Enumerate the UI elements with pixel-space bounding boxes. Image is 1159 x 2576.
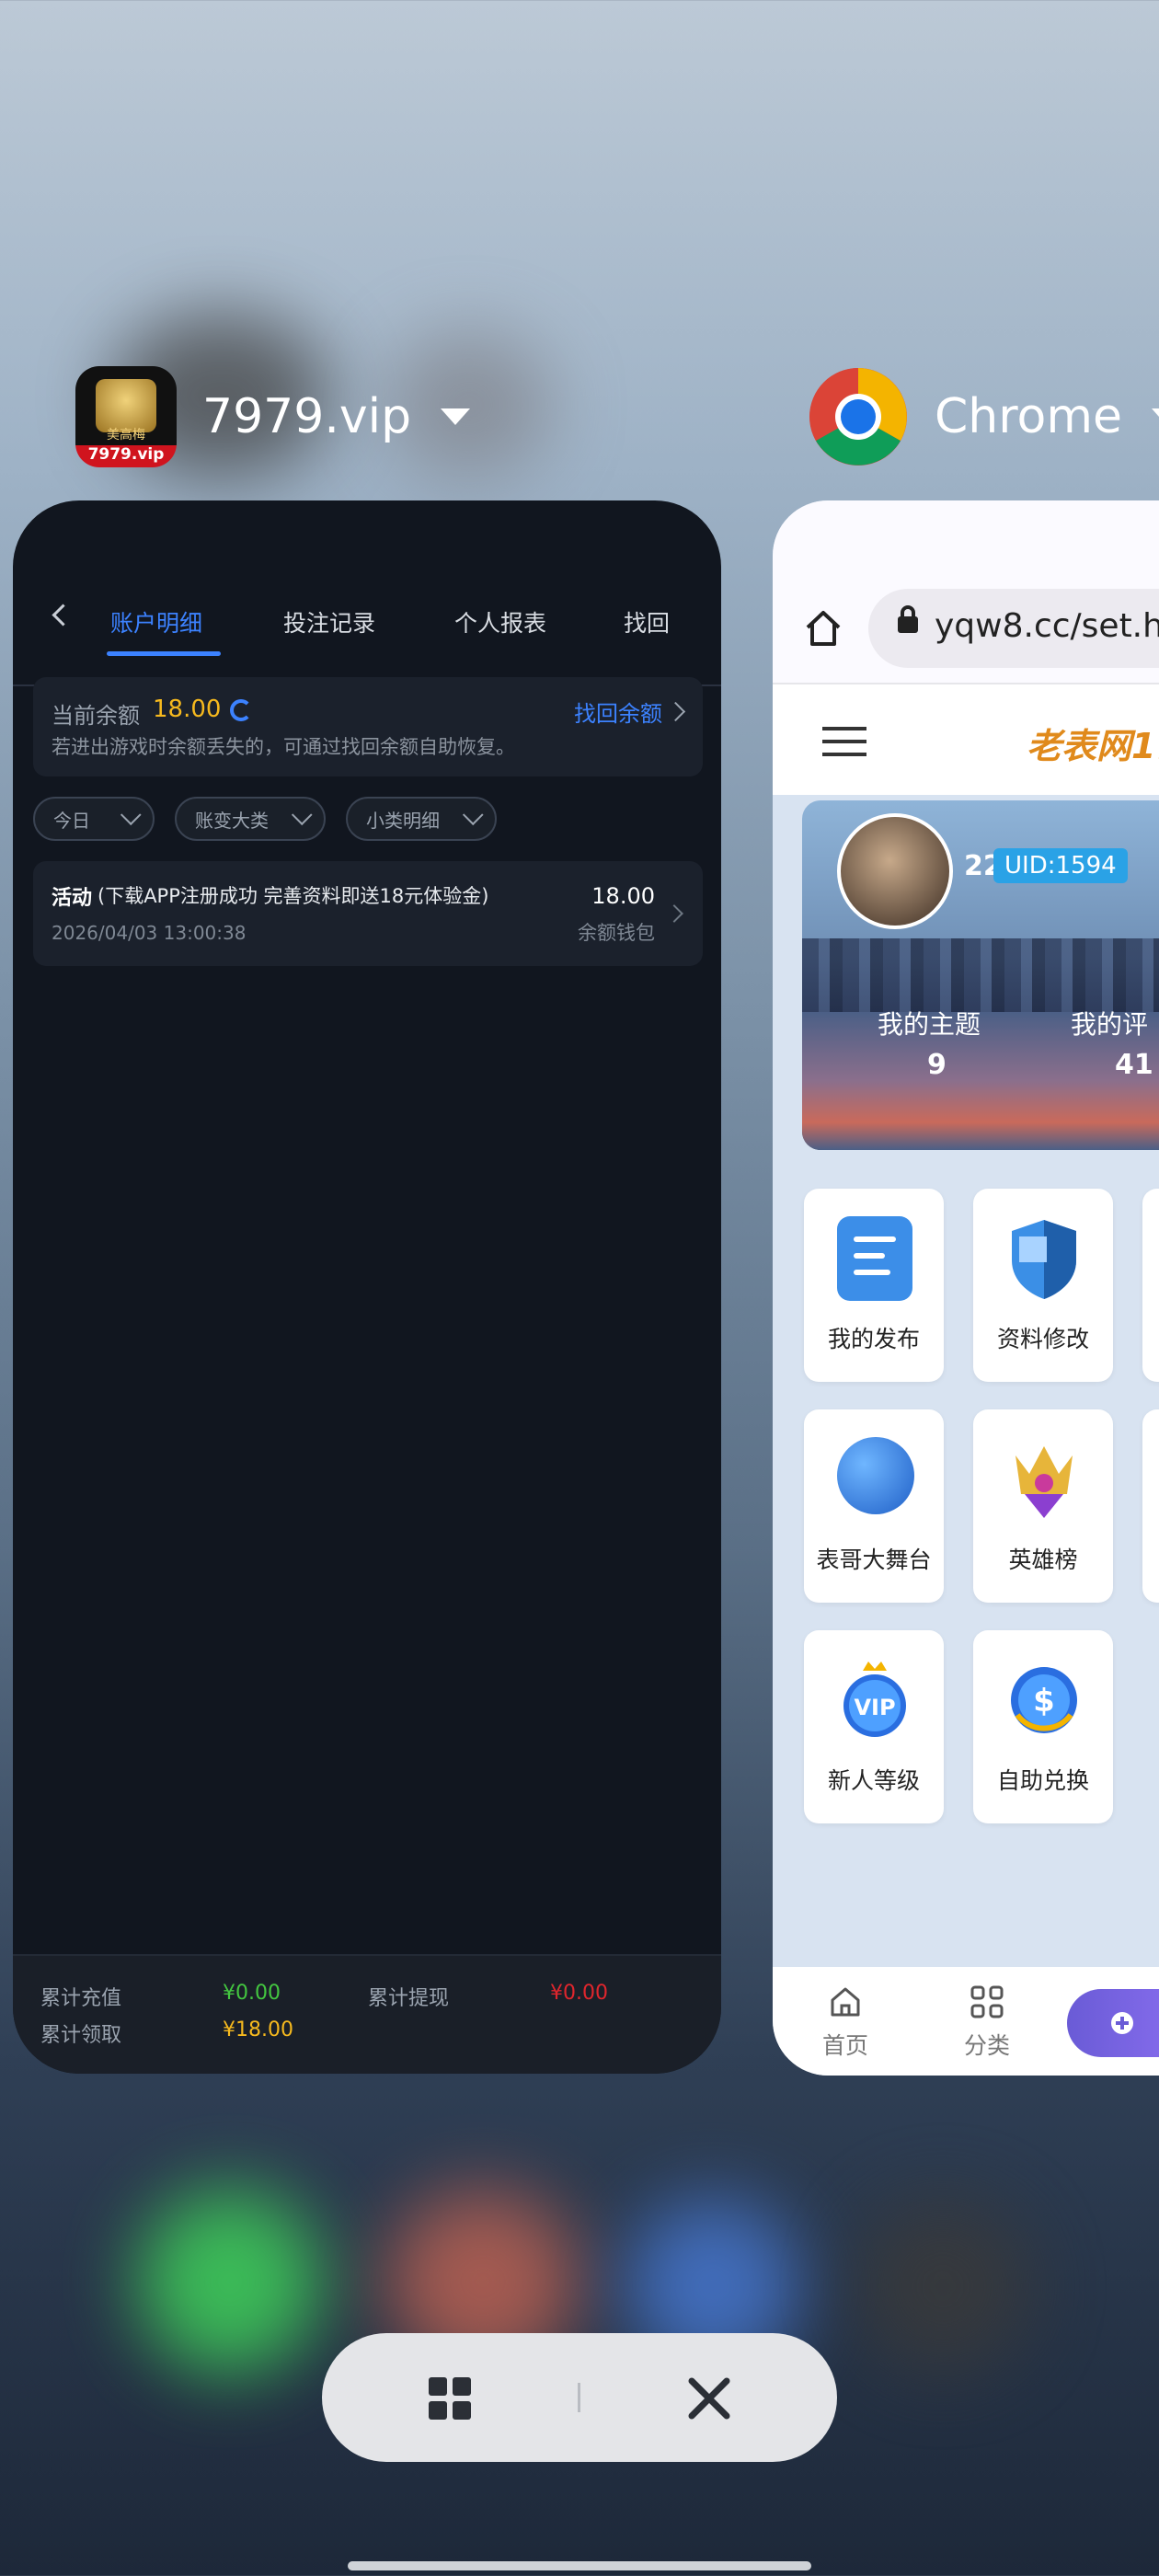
- app-label-7979[interactable]: 美高梅 7979.vip 7979.vip: [75, 366, 471, 467]
- summary-footer: 累计充值 ¥0.00 累计提现 ¥0.00 累计领取 ¥18.00: [13, 1954, 721, 2074]
- nav-category[interactable]: 分类: [955, 1984, 1019, 2061]
- nav-label: 首页: [821, 2032, 868, 2059]
- chevron-right-icon: [665, 904, 683, 923]
- avatar[interactable]: [837, 813, 953, 929]
- lock-shackle: [901, 605, 915, 620]
- close-all-icon[interactable]: [684, 2374, 734, 2423]
- withdraw-value: ¥0.00: [550, 1982, 608, 2005]
- logo-text: 7979.vip: [87, 445, 165, 464]
- filter-change-category[interactable]: 账变大类: [175, 797, 326, 841]
- tile-level[interactable]: VIP 新人等级: [804, 1630, 944, 1823]
- logo-brand-text: 美高梅: [107, 428, 145, 443]
- tile-stage[interactable]: 表哥大舞台: [804, 1409, 944, 1603]
- chevron-down-icon: [120, 804, 142, 826]
- tile-label: 资料修改: [996, 1326, 1089, 1352]
- tile-partial[interactable]: [1142, 1409, 1159, 1603]
- stat-value-comments: 41: [1115, 1049, 1153, 1081]
- tile-my-posts[interactable]: 我的发布: [804, 1189, 944, 1382]
- trophy-crown-icon: [1006, 1437, 1082, 1522]
- uid-badge: UID:1594: [993, 848, 1128, 883]
- app-name: 7979.vip: [202, 389, 412, 444]
- tile-label: 新人等级: [827, 1767, 920, 1794]
- profile-banner: 22 UID:1594 我的主题 9 我的评 41: [802, 800, 1159, 1150]
- caret-down-icon: [1151, 408, 1159, 425]
- home-indicator[interactable]: [348, 2561, 811, 2570]
- tile-label: 我的发布: [827, 1326, 920, 1352]
- withdraw-label: 累计提现: [368, 1987, 450, 2010]
- bottom-nav: 首页 分类: [773, 1967, 1159, 2076]
- tab-bet-records[interactable]: 投注记录: [283, 605, 375, 638]
- grid-view-icon[interactable]: [429, 2377, 471, 2420]
- url-text: yqw8.cc/set.htm: [935, 607, 1159, 645]
- record-desc: (下载APP注册成功 完善资料即送18元体验金): [98, 885, 489, 907]
- caret-down-icon: [441, 408, 471, 425]
- stat-label-comments[interactable]: 我的评: [1071, 1005, 1148, 1041]
- tile-partial[interactable]: [1142, 1189, 1159, 1382]
- app-name: Chrome: [935, 389, 1122, 444]
- document-icon: [837, 1216, 912, 1301]
- claim-label: 累计领取: [40, 2024, 122, 2047]
- shield-icon: [1006, 1216, 1082, 1301]
- app-label-chrome[interactable]: Chrome: [808, 366, 1159, 467]
- tile-self-exchange[interactable]: $ 自助兑换: [973, 1630, 1113, 1823]
- stat-value-topics: 9: [927, 1049, 947, 1081]
- svg-text:VIP: VIP: [854, 1695, 895, 1720]
- tile-hero-ranking[interactable]: 英雄榜: [973, 1409, 1113, 1603]
- home-icon[interactable]: [800, 605, 846, 651]
- tile-edit-profile[interactable]: 资料修改: [973, 1189, 1113, 1382]
- recharge-label: 累计充值: [40, 1987, 122, 2010]
- app-card-chrome[interactable]: yqw8.cc/set.htm 老表网175 22 UID:1594 我的主题 …: [773, 500, 1159, 2076]
- browser-toolbar: yqw8.cc/set.htm: [773, 500, 1159, 683]
- nav-home[interactable]: 首页: [813, 1984, 878, 2061]
- tile-label: 自助兑换: [996, 1767, 1089, 1794]
- claim-value: ¥18.00: [223, 2018, 293, 2041]
- toolbar-divider: [578, 2383, 580, 2412]
- balance-hint: 若进出游戏时余额丢失的，可通过找回余额自助恢复。: [52, 736, 515, 758]
- tab-personal-report[interactable]: 个人报表: [454, 605, 546, 638]
- filter-label: 账变大类: [195, 809, 269, 832]
- balance-panel: 当前余额 18.00 找回余额 若进出游戏时余额丢失的，可通过找回余额自助恢复。: [33, 677, 703, 776]
- tab-recover[interactable]: 找回: [624, 605, 670, 638]
- balance-value: 18.00: [153, 696, 222, 723]
- recharge-value: ¥0.00: [223, 1982, 281, 2005]
- app-card-7979[interactable]: 账户明细 投注记录 个人报表 找回 当前余额 18.00 找回余额 若进出游戏时…: [13, 500, 721, 2074]
- refresh-icon[interactable]: [230, 699, 252, 721]
- site-header: 老表网175: [773, 683, 1159, 795]
- tile-label: 表哥大舞台: [816, 1547, 932, 1573]
- globe-icon: [837, 1437, 914, 1514]
- dollar-exchange-icon: $: [1006, 1658, 1082, 1742]
- tab-account-details[interactable]: 账户明细: [110, 605, 202, 638]
- post-button[interactable]: [1067, 1989, 1159, 2057]
- home-icon: [831, 1987, 860, 2017]
- balance-label: 当前余额: [52, 703, 140, 729]
- record-wallet: 余额钱包: [578, 922, 655, 944]
- recover-balance-link[interactable]: 找回余额: [574, 696, 662, 728]
- record-type: 活动: [52, 887, 93, 910]
- menu-icon[interactable]: [822, 727, 866, 756]
- record-time: 2026/04/03 13:00:38: [52, 922, 247, 944]
- record-amount: 18.00: [591, 883, 655, 909]
- chrome-icon: [808, 366, 909, 467]
- recents-toolbar: [322, 2333, 837, 2462]
- filter-subcategory[interactable]: 小类明细: [346, 797, 497, 841]
- vip-icon: VIP: [837, 1658, 912, 1742]
- filter-label: 小类明细: [366, 809, 440, 832]
- 7979-app-icon: 美高梅 7979.vip: [75, 366, 177, 467]
- city-skyline: [802, 938, 1159, 1012]
- stat-label-topics[interactable]: 我的主题: [878, 1005, 981, 1041]
- site-logo[interactable]: 老表网175: [1027, 718, 1159, 768]
- chevron-right-icon: [665, 701, 686, 722]
- nav-label: 分类: [963, 2032, 1010, 2059]
- filter-label: 今日: [53, 809, 90, 832]
- svg-text:$: $: [1033, 1683, 1055, 1719]
- tile-label: 英雄榜: [1008, 1547, 1078, 1573]
- filter-today[interactable]: 今日: [33, 797, 155, 841]
- list-item[interactable]: 活动 (下载APP注册成功 完善资料即送18元体验金) 2026/04/03 1…: [33, 861, 703, 966]
- chevron-down-icon: [462, 804, 484, 826]
- active-tab-underline: [107, 651, 221, 656]
- chevron-down-icon: [291, 804, 313, 826]
- grid-icon: [970, 1985, 1004, 2018]
- url-bar[interactable]: yqw8.cc/set.htm: [868, 589, 1159, 668]
- plus-icon: [1111, 2012, 1133, 2034]
